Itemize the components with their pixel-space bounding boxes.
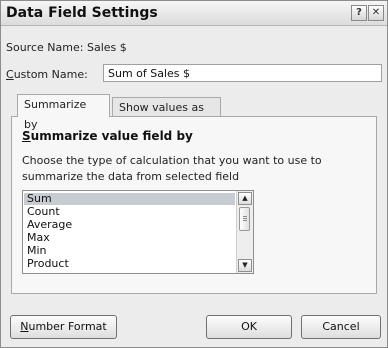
ok-button[interactable]: OK [206,315,292,339]
tab-summarize-by[interactable]: Summarize by [17,94,110,131]
list-item-max[interactable]: Max [27,232,50,244]
listbox-scrollbar[interactable]: ▲ ▼ [236,191,253,273]
dialog-title: Data Field Settings [6,5,158,21]
source-name-value: Sales $ [87,41,127,54]
scroll-down-icon[interactable]: ▼ [238,259,252,272]
close-button[interactable]: ✕ [368,5,384,21]
list-item-product[interactable]: Product [27,258,69,270]
list-item-average[interactable]: Average [27,219,72,231]
scroll-thumb[interactable] [239,207,250,231]
tab-show-values-as[interactable]: Show values as [112,97,221,117]
cancel-button[interactable]: Cancel [301,315,381,339]
summarize-heading: Summarize value field by [22,129,193,143]
summarize-panel: Summarize value field by Choose the type… [11,116,377,294]
calculation-listbox[interactable]: Sum Count Average Max Min Product ▲ ▼ [22,190,254,274]
scroll-up-icon[interactable]: ▲ [238,192,252,205]
list-item-min[interactable]: Min [27,245,47,257]
list-item-sum[interactable]: Sum [24,193,235,205]
data-field-settings-dialog: Data Field Settings ? ✕ Source Name: Sal… [0,0,388,348]
custom-name-input[interactable]: Sum of Sales $ [103,64,382,82]
title-bar: Data Field Settings ? ✕ [1,1,387,26]
source-name-label: Source Name: [6,41,84,54]
number-format-button[interactable]: Number Format [10,315,117,339]
custom-name-label: Custom Name: [6,68,88,81]
list-item-count[interactable]: Count [27,206,60,218]
summarize-description: Choose the type of calculation that you … [22,154,322,183]
help-button[interactable]: ? [351,5,367,21]
